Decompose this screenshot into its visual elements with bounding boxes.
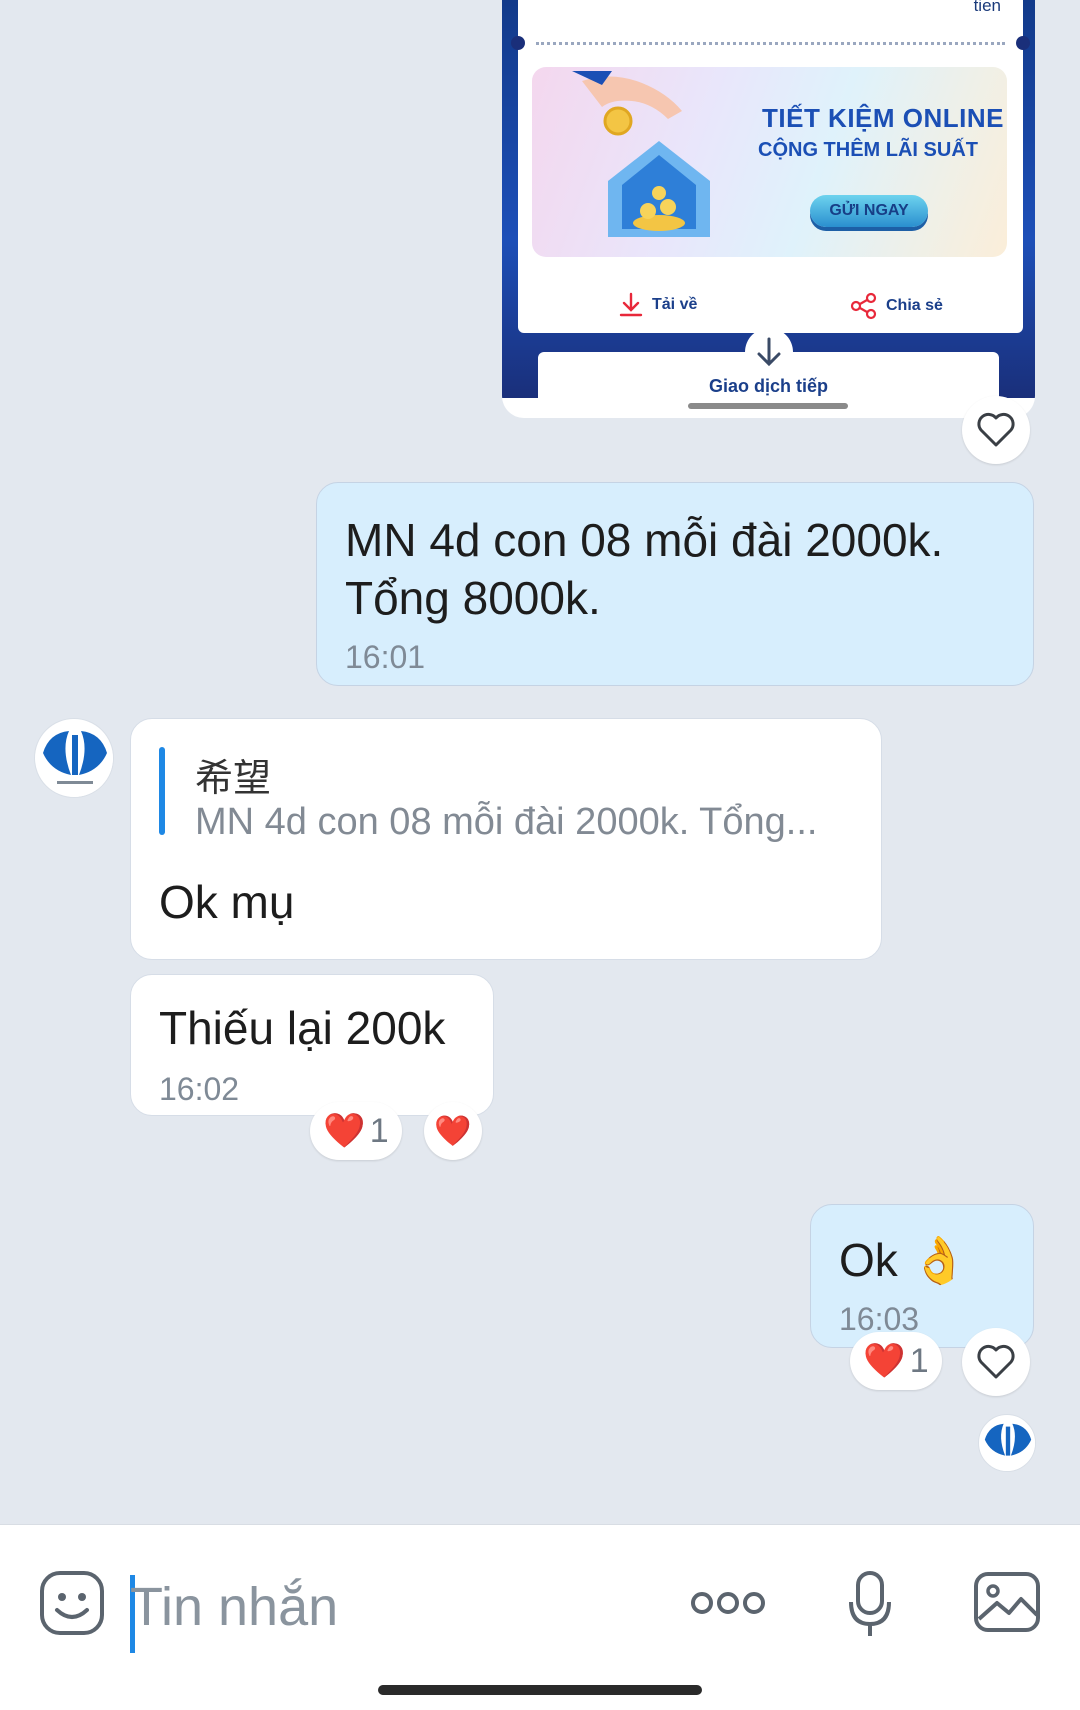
banner-subtitle: CỘNG THÊM LÃI SUẤT bbox=[758, 139, 978, 161]
more-dots-icon bbox=[691, 1592, 765, 1614]
share-icon bbox=[850, 292, 877, 320]
quote-indicator-bar bbox=[159, 747, 165, 835]
receipt-corner-text: tien bbox=[973, 0, 1001, 15]
message-input[interactable]: Tin nhắn bbox=[130, 1567, 650, 1647]
heart-filled-icon: ❤️ bbox=[434, 1114, 472, 1148]
react-heart-button[interactable] bbox=[962, 1328, 1030, 1396]
message-bubble-incoming-reply[interactable]: 希望 MN 4d con 08 mỗi đài 2000k. Tổng... O… bbox=[130, 718, 882, 960]
message-bubble-outgoing[interactable]: MN 4d con 08 mỗi đài 2000k. Tổng 8000k. … bbox=[316, 482, 1034, 686]
next-transaction-label: Giao dịch tiếp bbox=[708, 376, 828, 396]
shared-image-card[interactable]: tien TIẾT KIỆM ONLINE CỘNG THÊM LÃI SUẤT… bbox=[502, 0, 1035, 418]
seen-avatar bbox=[978, 1414, 1036, 1472]
reaction-count: 1 bbox=[369, 1111, 389, 1150]
message-time: 16:02 bbox=[159, 1071, 240, 1107]
share-label: Chia sẻ bbox=[886, 297, 943, 314]
message-time: 16:01 bbox=[345, 639, 426, 675]
home-indicator bbox=[378, 1685, 702, 1695]
coin-hand-icon bbox=[572, 71, 682, 136]
sticker-face-icon bbox=[40, 1571, 104, 1635]
reaction-count-pill[interactable]: ❤️ 1 bbox=[310, 1102, 402, 1160]
reaction-count-pill[interactable]: ❤️ 1 bbox=[850, 1332, 942, 1390]
heart-outline-icon bbox=[977, 1344, 1015, 1379]
share-action[interactable]: Chia sẻ bbox=[850, 292, 943, 320]
voice-message-button[interactable] bbox=[842, 1565, 898, 1645]
message-composer: Tin nhắn bbox=[0, 1524, 1080, 1710]
react-heart-button[interactable] bbox=[962, 396, 1030, 464]
promo-banner[interactable]: TIẾT KIỆM ONLINE CỘNG THÊM LÃI SUẤT GỬI … bbox=[532, 67, 1007, 257]
download-label: Tải về bbox=[652, 296, 698, 313]
message-text: Ok 👌 bbox=[839, 1234, 968, 1286]
sticker-button[interactable] bbox=[38, 1569, 106, 1637]
divider-notch-right bbox=[1016, 36, 1030, 50]
banner-send-now-button[interactable]: GỬI NGAY bbox=[810, 195, 928, 227]
quote-author: 希望 bbox=[195, 756, 272, 800]
company-logo-icon bbox=[37, 721, 113, 797]
message-text: MN 4d con 08 mỗi đài 2000k. Tổng 8000k. bbox=[345, 511, 943, 627]
house-savings-icon bbox=[608, 141, 710, 237]
message-text-line: Tổng 8000k. bbox=[345, 572, 601, 624]
company-logo-icon bbox=[980, 1416, 1035, 1471]
message-text: Ok mụ bbox=[159, 876, 295, 928]
heart-reaction-icon: ❤️ bbox=[323, 1112, 366, 1150]
microphone-icon bbox=[849, 1571, 891, 1636]
reaction-count: 1 bbox=[909, 1341, 929, 1380]
react-heart-button[interactable]: ❤️ bbox=[424, 1102, 482, 1160]
more-options-button[interactable] bbox=[690, 1583, 766, 1623]
message-text: Thiếu lại 200k bbox=[159, 1002, 446, 1054]
message-bubble-incoming[interactable]: Thiếu lại 200k 16:02 bbox=[130, 974, 494, 1116]
divider-notch-left bbox=[511, 36, 525, 50]
dotted-divider bbox=[536, 42, 1005, 45]
heart-reaction-icon: ❤️ bbox=[863, 1342, 906, 1380]
shared-image[interactable]: tien TIẾT KIỆM ONLINE CỘNG THÊM LÃI SUẤT… bbox=[502, 0, 1035, 402]
message-bubble-outgoing[interactable]: Ok 👌 16:03 bbox=[810, 1204, 1034, 1348]
message-text-line: MN 4d con 08 mỗi đài 2000k. bbox=[345, 514, 944, 566]
contact-avatar[interactable] bbox=[34, 718, 114, 798]
download-action[interactable]: Tải về bbox=[618, 292, 697, 318]
banner-title: TIẾT KIỆM ONLINE bbox=[762, 103, 1004, 133]
receipt-panel: tien TIẾT KIỆM ONLINE CỘNG THÊM LÃI SUẤT… bbox=[511, 0, 1030, 333]
image-scroll-indicator bbox=[688, 403, 848, 409]
quote-text: MN 4d con 08 mỗi đài 2000k. Tổng... bbox=[195, 801, 818, 843]
heart-outline-icon bbox=[977, 412, 1015, 447]
gallery-button[interactable] bbox=[972, 1569, 1042, 1635]
image-gallery-icon bbox=[974, 1572, 1040, 1632]
download-icon bbox=[619, 292, 643, 317]
arrow-down-icon bbox=[745, 328, 793, 376]
